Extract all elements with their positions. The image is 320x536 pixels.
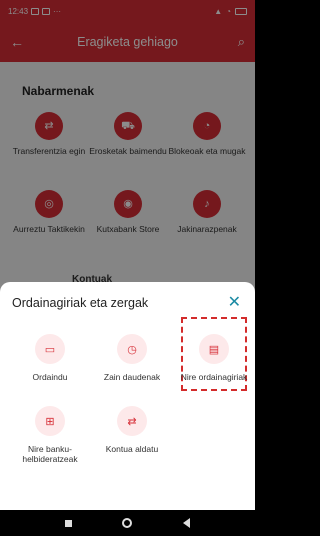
option-pay[interactable]: ▭ Ordaindu [8,334,92,382]
screen: 12:43 ··· ▲ ◔ ← Eragiketa gehiago ⌕ Naba… [0,0,255,536]
option-my-receipts[interactable]: ▤ Nire ordainagiriak [172,334,255,382]
home-icon[interactable] [122,518,133,528]
option-label: Nire ordainagiriak [180,372,248,382]
close-icon[interactable]: ✕ [228,292,241,312]
option-change-account[interactable]: ⇄ Kontua aldatu [90,406,174,454]
swap-icon: ⇄ [117,406,147,436]
back-icon[interactable] [182,518,190,528]
option-label: Ordaindu [32,372,68,382]
system-nav-bar [0,510,255,536]
receipt-icon: ▤ [199,334,229,364]
option-label: Nire banku-helbideratzeak [22,444,78,464]
pay-icon: ▭ [35,334,65,364]
recents-icon[interactable] [65,519,73,527]
bank-direct-debit-icon: ⊞ [35,406,65,436]
clock-icon: ◷ [117,334,147,364]
option-label: Kontua aldatu [105,444,159,454]
sheet-title: Ordainagiriak eta zergak [12,296,149,310]
bottom-sheet: Ordainagiriak eta zergak ✕ ▭ Ordaindu ◷ … [0,282,255,510]
option-direct-debits[interactable]: ⊞ Nire banku-helbideratzeak [8,406,92,464]
option-label: Zain daudenak [103,372,161,382]
option-pending[interactable]: ◷ Zain daudenak [90,334,174,382]
